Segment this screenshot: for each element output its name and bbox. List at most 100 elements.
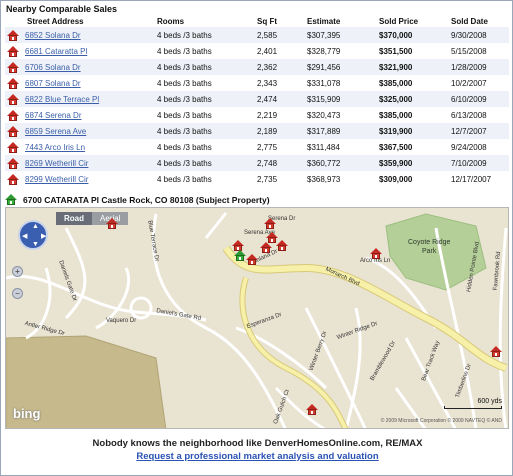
- map-copyright: © 2009 Microsoft Corporation © 2009 NAVT…: [380, 418, 502, 424]
- sold-price-cell: $309,000: [377, 171, 449, 187]
- sqft-cell: 2,775: [255, 139, 305, 155]
- estimate-cell: $315,909: [305, 91, 377, 107]
- address-cell: 8269 Wetherill Cir: [5, 155, 155, 171]
- sqft-cell: 2,401: [255, 43, 305, 59]
- sqft-cell: 2,735: [255, 171, 305, 187]
- comp-marker[interactable]: [490, 344, 502, 357]
- sqft-cell: 2,585: [255, 27, 305, 43]
- comp-marker[interactable]: [106, 216, 118, 229]
- rooms-cell: 4 beds /3 baths: [155, 171, 255, 187]
- table-row: 6807 Solana Dr 4 beds /3 baths 2,343 $331,0…: [5, 75, 509, 91]
- table-body: 6852 Solana Dr 4 beds /3 baths 2,585 $307,3…: [5, 27, 509, 187]
- rooms-cell: 4 beds /3 baths: [155, 123, 255, 139]
- address-cell: 6807 Solana Dr: [5, 75, 155, 91]
- address-cell: 6822 Blue Terrace Pl: [5, 91, 155, 107]
- sqft-cell: 2,343: [255, 75, 305, 91]
- house-icon: [7, 45, 19, 57]
- column-header-address: Street Address: [27, 16, 84, 26]
- market-analysis-link[interactable]: Request a professional market analysis a…: [136, 451, 378, 462]
- subject-marker[interactable]: [234, 248, 246, 261]
- table-row: 6706 Solana Dr 4 beds /3 baths 2,362 $291,4…: [5, 59, 509, 75]
- estimate-cell: $328,779: [305, 43, 377, 59]
- sold-date-cell: 6/10/2009: [449, 91, 509, 107]
- rooms-cell: 4 beds /3 baths: [155, 43, 255, 59]
- table-row: 8299 Wetherill Cir 4 beds /3 baths 2,735 $3…: [5, 171, 509, 187]
- sold-price-cell: $367,500: [377, 139, 449, 155]
- comp-marker[interactable]: [246, 252, 258, 265]
- scale-label: 600 yds: [477, 398, 502, 405]
- scale-bar: [444, 406, 502, 409]
- street-label-vaquero: Vaquero Dr: [106, 318, 137, 324]
- address-cell: 6706 Solana Dr: [5, 59, 155, 75]
- sold-date-cell: 7/10/2009: [449, 155, 509, 171]
- comp-marker[interactable]: [276, 238, 288, 251]
- park-label-line2: Park: [422, 248, 437, 255]
- pan-compass[interactable]: ▲ ◀ ▶ ▼: [18, 220, 48, 250]
- sold-date-cell: 9/30/2008: [449, 27, 509, 43]
- house-icon: [7, 93, 19, 105]
- table-row: 6681 Cataratta Pl 4 beds /3 baths 2,401 $32…: [5, 43, 509, 59]
- sold-price-cell: $359,900: [377, 155, 449, 171]
- address-link[interactable]: 8269 Wetherill Cir: [25, 159, 88, 168]
- rooms-cell: 4 beds /3 baths: [155, 91, 255, 107]
- address-link[interactable]: 6852 Solana Dr: [25, 31, 81, 40]
- address-link[interactable]: 6681 Cataratta Pl: [25, 47, 87, 56]
- pan-up-icon[interactable]: ▲: [32, 223, 39, 230]
- sqft-cell: 2,474: [255, 91, 305, 107]
- address-link[interactable]: 6822 Blue Terrace Pl: [25, 95, 99, 104]
- rooms-cell: 4 beds /3 baths: [155, 27, 255, 43]
- house-icon: [7, 141, 19, 153]
- park-label: Coyote Ridge Park: [408, 238, 450, 256]
- tab-road[interactable]: Road: [56, 212, 92, 225]
- sold-date-cell: 1/28/2009: [449, 59, 509, 75]
- comp-marker[interactable]: [260, 240, 272, 253]
- pan-right-icon[interactable]: ▶: [41, 232, 46, 240]
- sold-price-cell: $370,000: [377, 27, 449, 43]
- bing-logo: bing: [13, 406, 41, 421]
- address-link[interactable]: 6859 Serena Ave: [25, 127, 86, 136]
- house-icon: [7, 173, 19, 185]
- sold-date-cell: 5/15/2008: [449, 43, 509, 59]
- address-link[interactable]: 6706 Solana Dr: [25, 63, 81, 72]
- house-icon: [7, 29, 19, 41]
- estimate-cell: $291,456: [305, 59, 377, 75]
- estimate-cell: $320,473: [305, 107, 377, 123]
- subject-house-icon: [5, 194, 17, 205]
- table-header-row: Street Address Rooms Sq Ft Estimate Sold…: [5, 15, 509, 27]
- sqft-cell: 2,219: [255, 107, 305, 123]
- sold-price-cell: $385,000: [377, 107, 449, 123]
- column-header-sold-price: Sold Price: [379, 16, 419, 26]
- zoom-out-button[interactable]: −: [12, 288, 23, 299]
- column-header-estimate: Estimate: [307, 16, 341, 26]
- column-header-sqft: Sq Ft: [257, 16, 277, 26]
- sold-price-cell: $385,000: [377, 75, 449, 91]
- sold-date-cell: 12/7/2007: [449, 123, 509, 139]
- address-link[interactable]: 6807 Solana Dr: [25, 79, 81, 88]
- comp-marker[interactable]: [370, 246, 382, 259]
- address-link[interactable]: 8299 Wetherill Cir: [25, 175, 88, 184]
- column-header-sold-date: Sold Date: [451, 16, 488, 26]
- table-row: 7443 Arco Iris Ln 4 beds /3 baths 2,775 $31…: [5, 139, 509, 155]
- house-icon: [7, 109, 19, 121]
- estimate-cell: $317,889: [305, 123, 377, 139]
- rooms-cell: 4 beds /3 baths: [155, 155, 255, 171]
- map-scale: 600 yds: [444, 398, 502, 409]
- sold-date-cell: 6/13/2008: [449, 107, 509, 123]
- table-row: 6859 Serena Ave 4 beds /3 baths 2,189 $317,…: [5, 123, 509, 139]
- house-icon: [7, 125, 19, 137]
- comp-marker[interactable]: [264, 216, 276, 229]
- sold-price-cell: $325,000: [377, 91, 449, 107]
- comparable-sales-table: Street Address Rooms Sq Ft Estimate Sold…: [5, 15, 509, 187]
- sold-date-cell: 10/2/2007: [449, 75, 509, 91]
- address-link[interactable]: 7443 Arco Iris Ln: [25, 143, 85, 152]
- pan-left-icon[interactable]: ◀: [22, 232, 27, 240]
- neighborhood-map[interactable]: Road Aerial ▲ ◀ ▶ ▼ + − Coyote Ridge Par…: [5, 207, 509, 429]
- pan-down-icon[interactable]: ▼: [32, 241, 39, 248]
- sold-date-cell: 12/17/2007: [449, 171, 509, 187]
- estimate-cell: $360,772: [305, 155, 377, 171]
- subject-property-row: 6700 CATARATA Pl Castle Rock, CO 80108 (…: [5, 194, 270, 205]
- footer-cta: Request a professional market analysis a…: [1, 451, 513, 462]
- address-link[interactable]: 6874 Serena Dr: [25, 111, 81, 120]
- zoom-in-button[interactable]: +: [12, 266, 23, 277]
- comp-marker[interactable]: [306, 402, 318, 415]
